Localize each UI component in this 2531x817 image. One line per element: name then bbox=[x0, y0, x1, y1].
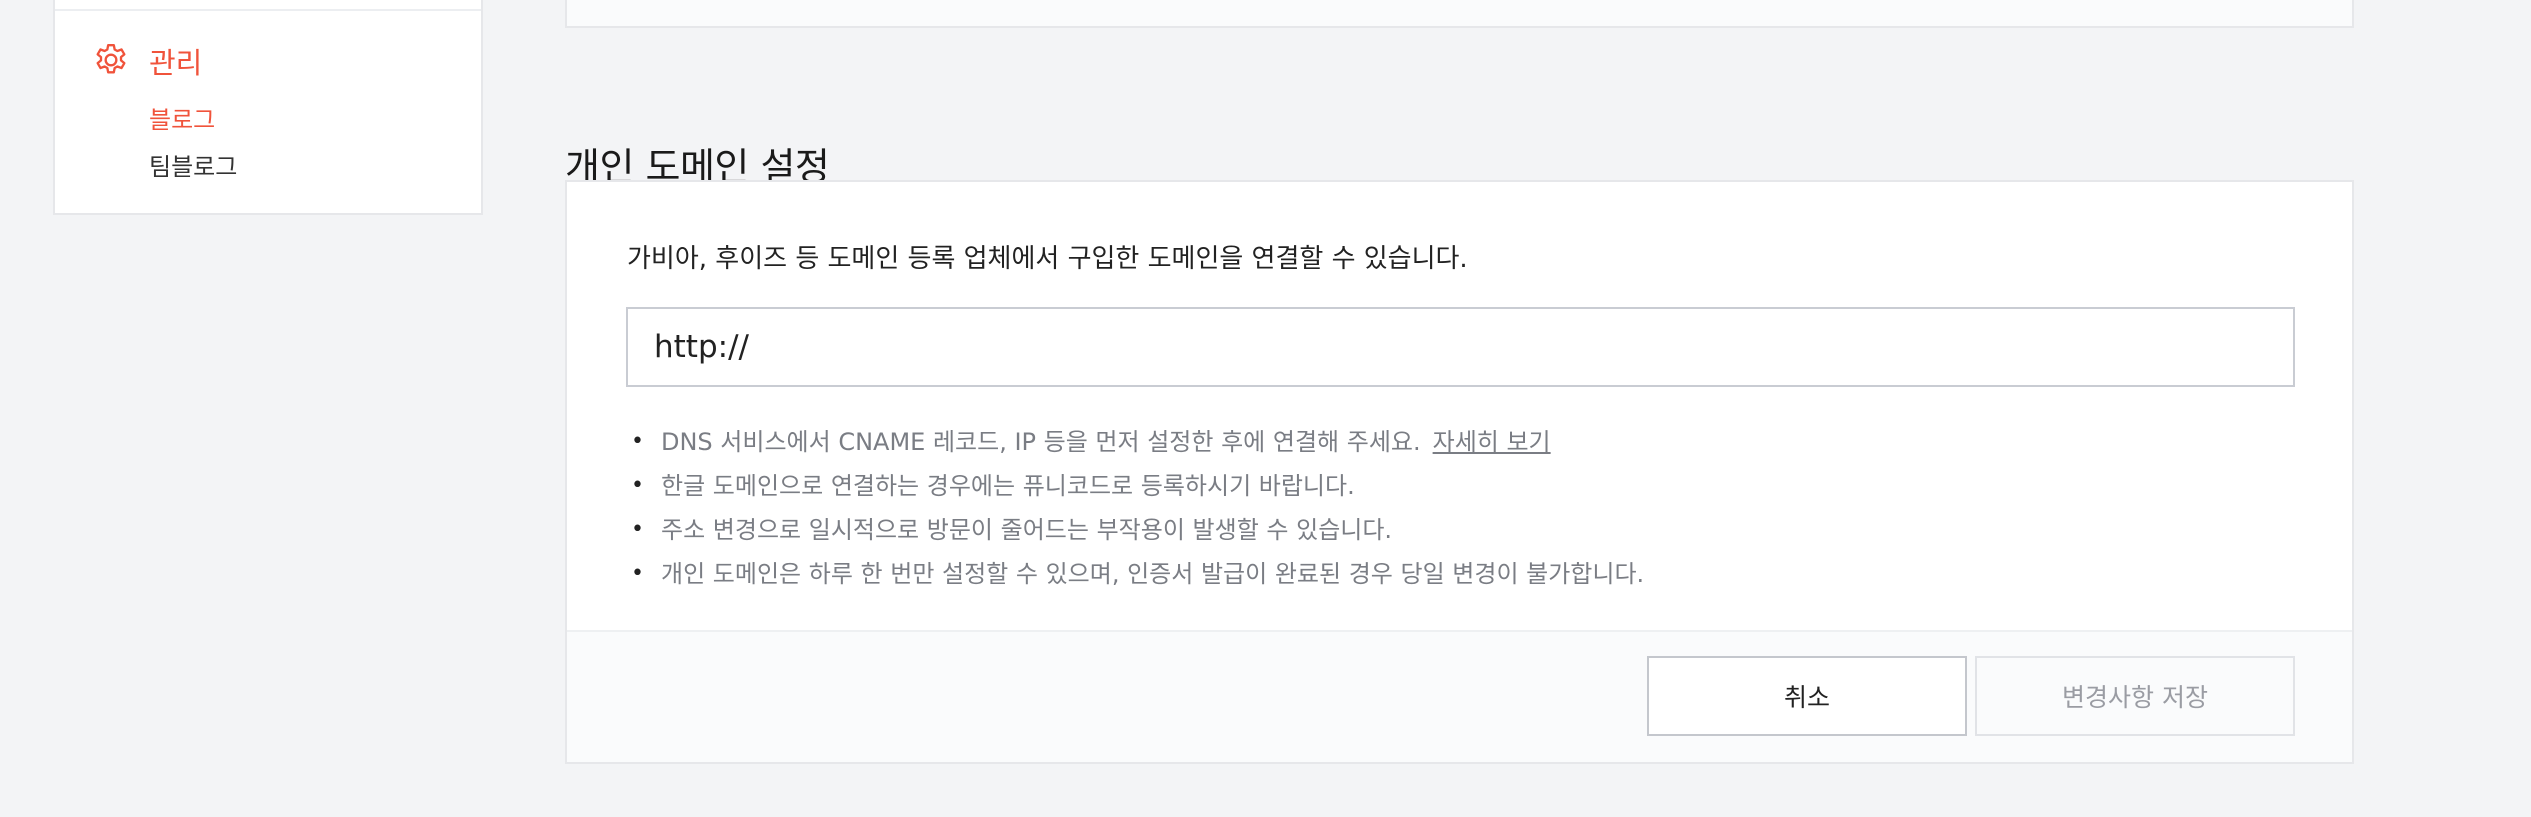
domain-input[interactable] bbox=[626, 307, 2295, 387]
previous-section-card bbox=[565, 0, 2354, 28]
list-item: • 한글 도메인으로 연결하는 경우에는 퓨니코드로 등록하시기 바랍니다. bbox=[631, 472, 1355, 500]
sidebar-manage-header[interactable]: 관리 bbox=[91, 40, 202, 82]
list-item: • DNS 서비스에서 CNAME 레코드, IP 등을 먼저 설정한 후에 연결… bbox=[631, 428, 1551, 456]
notes-list: • DNS 서비스에서 CNAME 레코드, IP 등을 먼저 설정한 후에 연결… bbox=[627, 420, 1644, 596]
custom-domain-card: 가비아, 후이즈 등 도메인 등록 업체에서 구입한 도메인을 연결할 수 있습… bbox=[565, 180, 2354, 764]
list-item: • 주소 변경으로 일시적으로 방문이 줄어드는 부작용이 발생할 수 있습니다. bbox=[631, 516, 1393, 544]
sidebar-manage-label: 관리 bbox=[149, 46, 203, 80]
card-description: 가비아, 후이즈 등 도메인 등록 업체에서 구입한 도메인을 연결할 수 있습… bbox=[627, 244, 1468, 274]
gear-icon bbox=[91, 41, 131, 81]
sidebar-item-team-blog[interactable]: 팀블로그 bbox=[149, 147, 237, 182]
sidebar-item-blog[interactable]: 블로그 bbox=[149, 100, 215, 135]
sidebar-divider bbox=[55, 9, 481, 11]
card-footer: 취소 변경사항 저장 bbox=[567, 630, 2352, 762]
list-item: • 개인 도메인은 하루 한 번만 설정할 수 있으며, 인증서 발급이 완료된 … bbox=[631, 560, 1645, 588]
note-text: 개인 도메인은 하루 한 번만 설정할 수 있으며, 인증서 발급이 완료된 경… bbox=[661, 560, 1645, 588]
note-text: DNS 서비스에서 CNAME 레코드, IP 등을 먼저 설정한 후에 연결해… bbox=[661, 428, 1421, 456]
more-info-link[interactable]: 자세히 보기 bbox=[1433, 428, 1551, 456]
sidebar: 관리 블로그 팀블로그 bbox=[53, 0, 483, 215]
save-changes-button[interactable]: 변경사항 저장 bbox=[1975, 656, 2295, 736]
note-text: 한글 도메인으로 연결하는 경우에는 퓨니코드로 등록하시기 바랍니다. bbox=[661, 472, 1355, 500]
cancel-button[interactable]: 취소 bbox=[1647, 656, 1967, 736]
note-text: 주소 변경으로 일시적으로 방문이 줄어드는 부작용이 발생할 수 있습니다. bbox=[661, 516, 1393, 544]
